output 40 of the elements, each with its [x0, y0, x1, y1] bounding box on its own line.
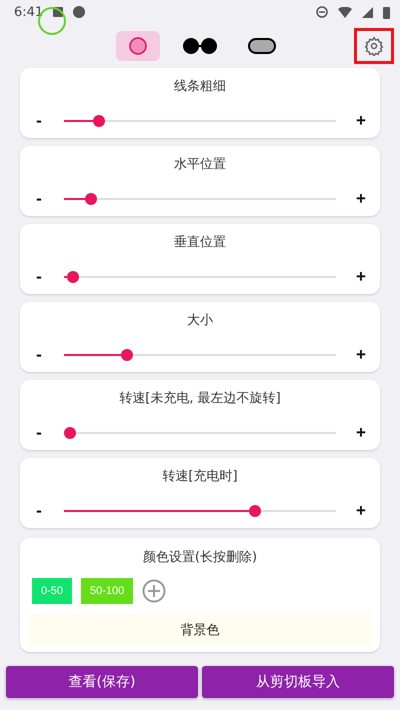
decrease-button[interactable]: - [32, 345, 46, 365]
decrease-button[interactable]: - [32, 189, 46, 209]
battery-icon [383, 6, 390, 18]
slider-thumb[interactable] [64, 427, 76, 439]
increase-button[interactable]: + [354, 501, 368, 521]
color-title: 颜色设置(长按删除) [142, 549, 258, 566]
settings-button[interactable] [354, 28, 394, 64]
decrease-button[interactable]: - [32, 267, 46, 287]
increase-button[interactable]: + [354, 345, 368, 365]
decrease-button[interactable]: - [32, 423, 46, 443]
slider-label: 转速[充电时] [162, 468, 238, 485]
action-button[interactable]: 从剪切板导入 [202, 666, 394, 698]
slider-thumb[interactable] [92, 115, 105, 127]
wifi-icon [338, 6, 352, 18]
decrease-button[interactable]: - [32, 501, 46, 521]
slider-thumb[interactable] [66, 271, 79, 283]
slider-label: 垂直位置 [174, 234, 226, 251]
increase-button[interactable]: + [354, 111, 368, 131]
signal-icon [362, 6, 373, 18]
slider-label: 水平位置 [174, 156, 226, 173]
increase-button[interactable]: + [354, 267, 368, 287]
dnd-icon [316, 6, 328, 18]
slider-thumb[interactable] [121, 349, 134, 361]
pill-icon [248, 38, 276, 54]
settings-icon [364, 36, 384, 56]
decrease-button[interactable]: - [32, 111, 46, 131]
action-button[interactable]: 查看(保存) [6, 666, 198, 698]
increase-button[interactable]: + [354, 423, 368, 443]
background-color-row[interactable]: 背景色 [28, 614, 372, 646]
slider-label: 大小 [187, 312, 213, 329]
slider-label: 线条粗细 [174, 78, 226, 95]
dot-icon [73, 6, 86, 18]
slider-thumb[interactable] [248, 505, 261, 517]
increase-button[interactable]: + [354, 189, 368, 209]
add-icon[interactable] [142, 579, 166, 603]
dots-icon [183, 38, 217, 54]
status-time: 6:41 [14, 4, 44, 20]
ring-icon [129, 37, 147, 55]
slider-label: 转速[未充电, 最左边不旋转] [119, 390, 281, 407]
slider-thumb[interactable] [84, 193, 97, 205]
